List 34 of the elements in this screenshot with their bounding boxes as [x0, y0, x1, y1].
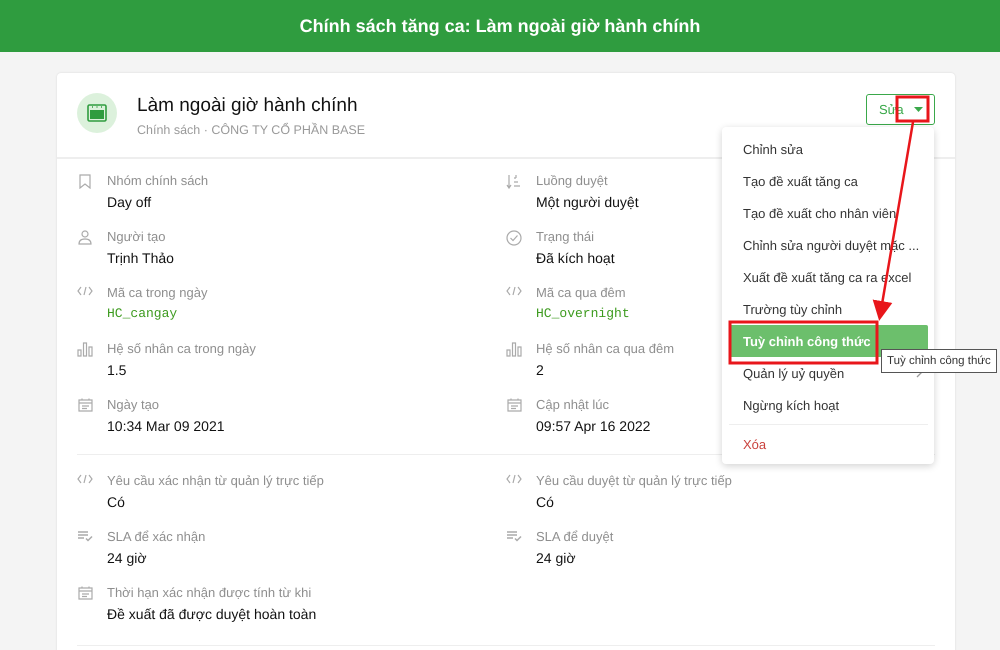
field-label: Ngày tạo [107, 397, 160, 413]
field-value: Một người duyệt [536, 193, 639, 211]
field-label: Thời hạn xác nhận được tính từ khi [107, 585, 312, 601]
field-label: Yêu cầu xác nhận từ quản lý trực tiếp [107, 473, 324, 489]
field-value: Đề xuất đã được duyệt hoàn toàn [107, 605, 316, 623]
field-label: Người tạo [107, 229, 166, 245]
field-label: SLA để xác nhận [107, 529, 206, 545]
field-label: Mã ca trong ngày [107, 285, 208, 301]
field-value: Day off [107, 193, 152, 211]
field-value: 10:34 Mar 09 2021 [107, 417, 225, 435]
field-value: Có [107, 493, 126, 511]
code-value: HC_overnight [536, 305, 630, 323]
field-value: 09:57 Apr 16 2022 [536, 417, 650, 435]
field-value: Đã kích hoạt [536, 249, 615, 267]
field-label: Mã ca qua đêm [536, 285, 627, 301]
field-value: 24 giờ [107, 549, 148, 567]
code-value: HC_cangay [107, 305, 178, 323]
field-value: 1.5 [107, 361, 128, 379]
page-title: Chính sách tăng ca: Làm ngoài giờ hành chính [300, 16, 700, 36]
policy-subtitle: Chính sách · CÔNG TY CỔ PHẦN BASE [137, 123, 366, 137]
field-label: Yêu cầu duyệt từ quản lý trực tiếp [536, 473, 732, 489]
field-label: Cập nhật lúc [536, 397, 610, 413]
field-label: Nhóm chính sách [107, 173, 208, 189]
tooltip: Tuỳ chỉnh công thức [881, 349, 997, 373]
policy-title: Làm ngoài giờ hành chính [137, 95, 359, 117]
field-value: 24 giờ [536, 549, 577, 567]
field-value: Trịnh Thảo [107, 249, 174, 267]
field-label: SLA để duyệt [536, 529, 614, 545]
field-label: Luồng duyệt [536, 173, 609, 189]
field-value: Có [536, 493, 555, 511]
field-value: 2 [536, 361, 545, 379]
field-label: Hệ số nhân ca qua đêm [536, 341, 674, 357]
field-label: Trạng thái [536, 229, 596, 245]
field-label: Hệ số nhân ca trong ngày [107, 341, 256, 357]
